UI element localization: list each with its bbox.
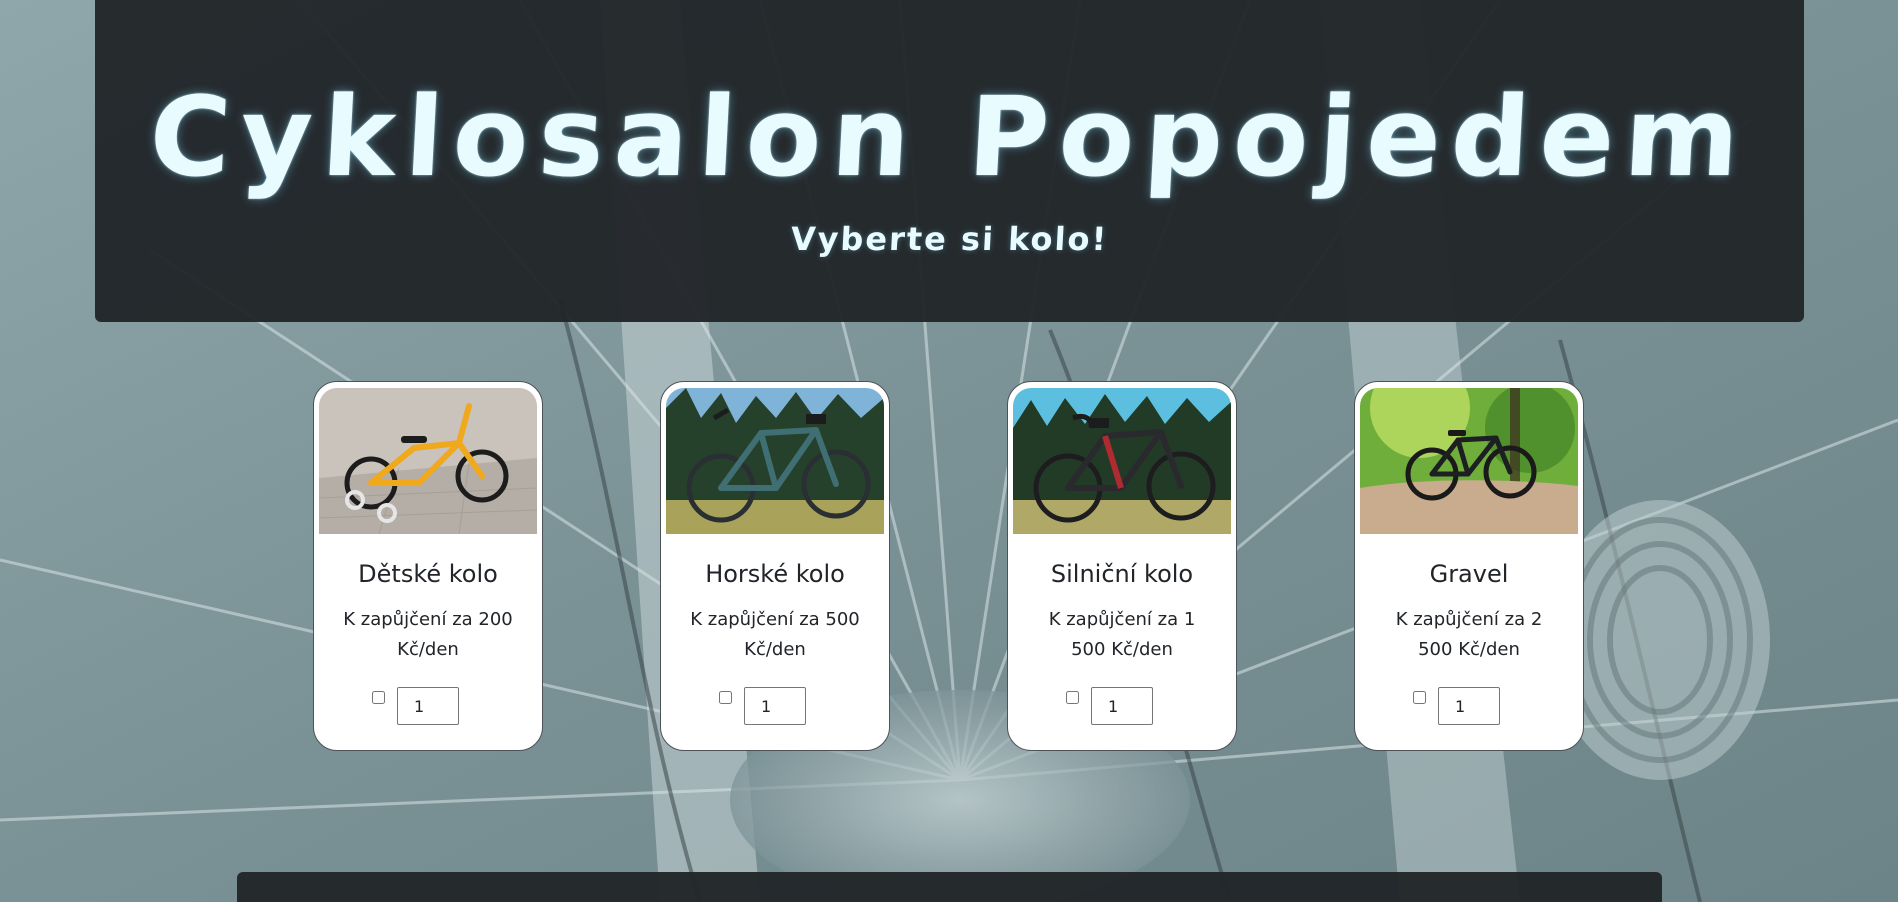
select-checkbox[interactable] <box>1413 691 1426 704</box>
quantity-input[interactable] <box>397 687 459 725</box>
quantity-input[interactable] <box>744 687 806 725</box>
product-name: Horské kolo <box>705 560 845 588</box>
product-card-road-bike: Silniční kolo K zapůjčení za 1 500 Kč/de… <box>1007 381 1237 751</box>
product-name: Silniční kolo <box>1050 560 1194 588</box>
product-price: K zapůjčení za 1 500 Kč/den <box>1048 609 1196 660</box>
quantity-input[interactable] <box>1438 687 1500 725</box>
gravel-bike-image <box>1360 388 1578 534</box>
product-card-kids-bike: Dětské kolo K zapůjčení za 200 Kč/den <box>313 381 543 751</box>
product-card-gravel-bike: Gravel K zapůjčení za 2 500 Kč/den <box>1354 381 1584 751</box>
product-controls <box>1413 685 1543 725</box>
mountain-bike-image <box>666 388 884 534</box>
road-bike-image <box>1013 388 1231 534</box>
quantity-input[interactable] <box>1091 687 1153 725</box>
select-checkbox[interactable] <box>372 691 385 704</box>
product-price: K zapůjčení za 200 Kč/den <box>343 609 513 660</box>
site-title: Cyklosalon Popojedem <box>146 73 1753 201</box>
product-name: Gravel <box>1429 560 1509 588</box>
product-controls <box>1066 685 1196 725</box>
product-controls <box>719 685 849 725</box>
product-controls <box>372 685 502 725</box>
kids-bike-image <box>319 388 537 534</box>
product-name: Dětské kolo <box>358 560 498 588</box>
product-price: K zapůjčení za 2 500 Kč/den <box>1395 609 1543 660</box>
select-checkbox[interactable] <box>1066 691 1079 704</box>
select-checkbox[interactable] <box>719 691 732 704</box>
site-subtitle: Vyberte si kolo! <box>789 220 1110 258</box>
bottom-panel <box>237 872 1662 902</box>
product-card-mountain-bike: Horské kolo K zapůjčení za 500 Kč/den <box>660 381 890 751</box>
product-price: K zapůjčení za 500 Kč/den <box>690 609 860 660</box>
site-header: Cyklosalon Popojedem Vyberte si kolo! <box>95 0 1804 322</box>
